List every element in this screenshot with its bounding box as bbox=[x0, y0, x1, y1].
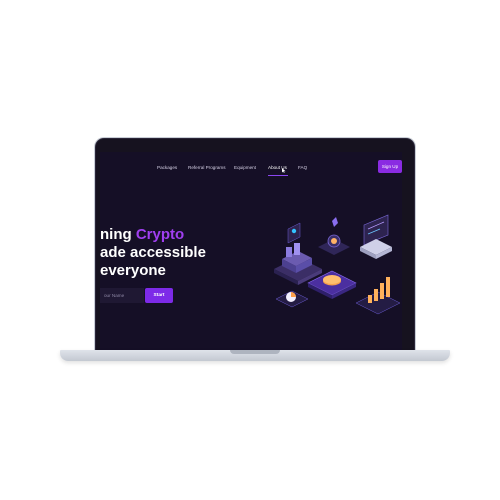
start-button[interactable]: Start bbox=[145, 288, 173, 303]
sign-up-button[interactable]: Sign Up bbox=[378, 160, 402, 173]
name-input[interactable] bbox=[100, 288, 144, 303]
laptop-notch bbox=[230, 350, 280, 354]
hero-title-accent: Crypto bbox=[135, 226, 185, 243]
nav-equipment[interactable]: Equipment bbox=[234, 165, 256, 170]
laptop-mockup: Packages Referral Programs Equipment Abo… bbox=[0, 0, 500, 500]
cursor-icon bbox=[282, 168, 286, 173]
top-navigation: Packages Referral Programs Equipment Abo… bbox=[100, 152, 402, 182]
nav-referral-programs[interactable]: Referral Programs bbox=[188, 165, 226, 170]
laptop-screen: Packages Referral Programs Equipment Abo… bbox=[100, 152, 402, 350]
hero-title-plain: ning bbox=[100, 226, 136, 243]
nav-packages[interactable]: Packages bbox=[157, 165, 177, 170]
hero-title-line-1: ning Crypto bbox=[100, 226, 184, 243]
active-tab-underline bbox=[268, 175, 288, 176]
nav-faq[interactable]: FAQ bbox=[298, 165, 307, 170]
hero-title-line-3: everyone bbox=[100, 262, 166, 279]
hero-title-line-2: ade accessible bbox=[100, 244, 206, 261]
isometric-crypto-illustration bbox=[274, 214, 401, 315]
